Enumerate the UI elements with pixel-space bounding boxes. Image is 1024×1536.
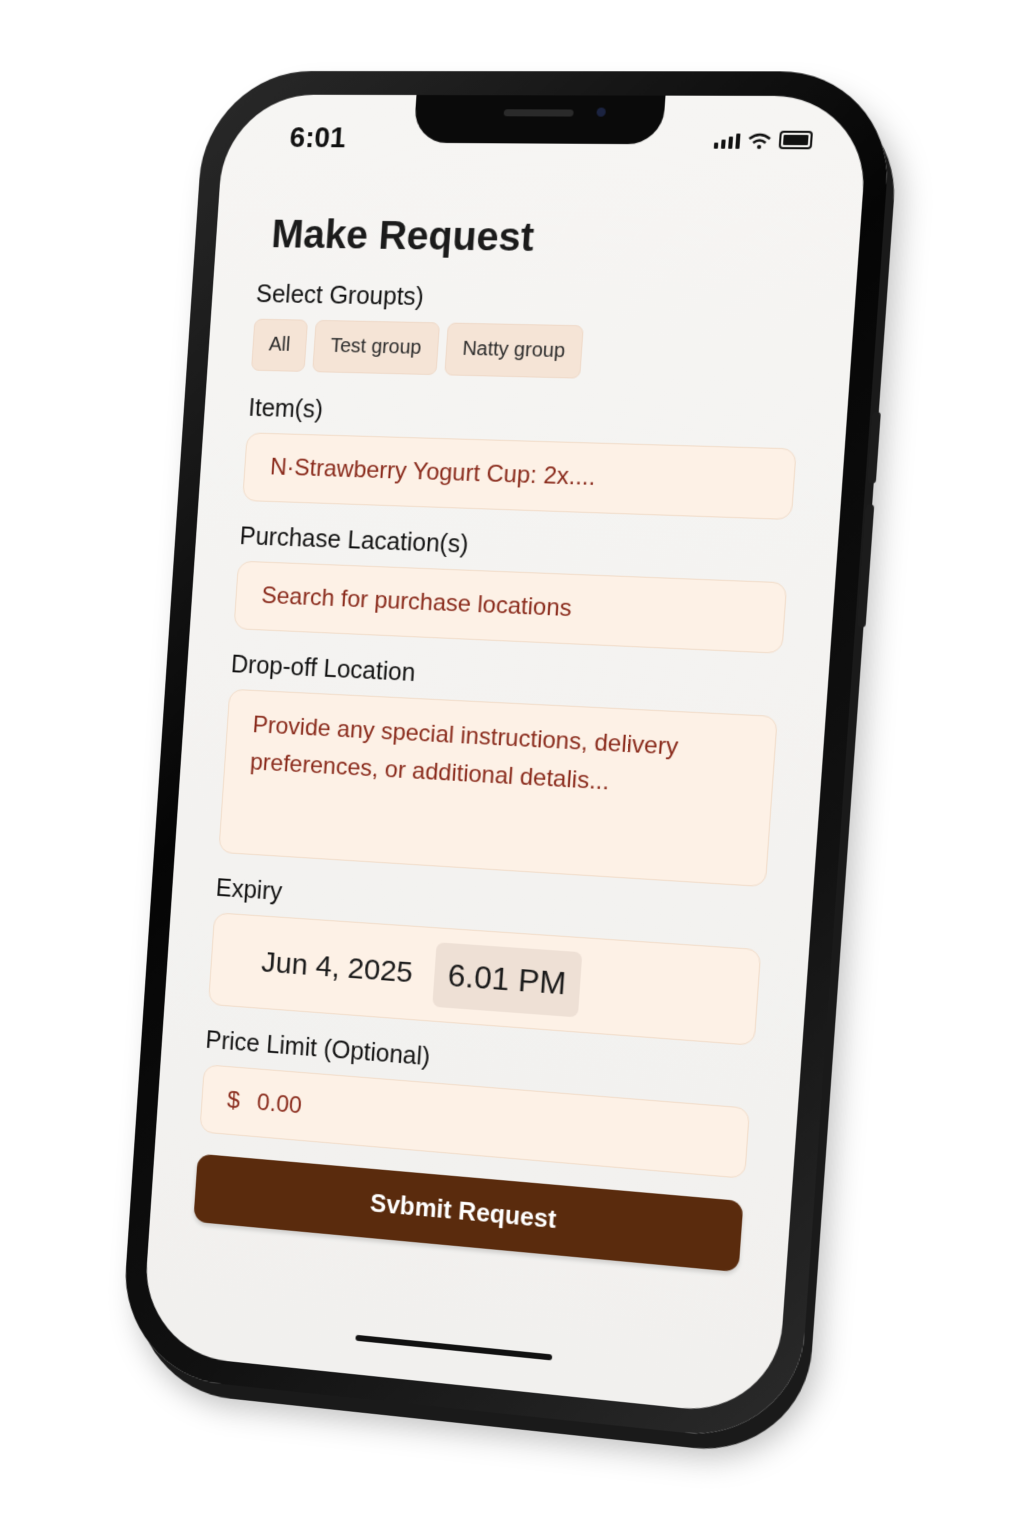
- speaker-grille: [503, 109, 574, 117]
- camera-icon: [596, 107, 607, 117]
- cellular-signal-icon: [713, 133, 741, 149]
- group-chip-natty-group[interactable]: Natty group: [443, 322, 584, 379]
- price-limit-value: 0.00: [256, 1089, 303, 1120]
- request-form: Make Request Select Groupts) All Test gr…: [193, 213, 813, 1273]
- status-time: 6:01: [288, 122, 347, 155]
- groups-label: Select Groupts): [255, 280, 425, 312]
- page-title: Make Request: [270, 212, 536, 260]
- stage: 6:01 Make Request Select Groupts) All Te…: [0, 0, 1024, 1536]
- expiry-time-picker[interactable]: 6.01 PM: [432, 942, 583, 1018]
- items-label: Item(s): [247, 394, 324, 424]
- phone-side-button: [857, 504, 875, 628]
- items-input[interactable]: N·Strawberry Yogurt Cup: 2x....: [242, 432, 797, 521]
- home-indicator[interactable]: [355, 1334, 553, 1361]
- phone-side-button: [867, 411, 881, 484]
- dropoff-instructions-textarea[interactable]: Provide any special instructions, delive…: [218, 688, 778, 888]
- wifi-icon: [748, 133, 772, 150]
- notch: [413, 95, 666, 145]
- status-icons: [713, 130, 814, 150]
- expiry-date-picker[interactable]: Jun 4, 2025: [260, 945, 414, 989]
- group-chips: All Test group Natty group: [250, 318, 805, 384]
- currency-symbol: $: [226, 1086, 241, 1115]
- screen: 6:01 Make Request Select Groupts) All Te…: [140, 94, 870, 1418]
- group-chip-all[interactable]: All: [250, 318, 309, 372]
- phone-mockup: 6:01 Make Request Select Groupts) All Te…: [118, 71, 895, 1445]
- battery-icon: [778, 130, 814, 150]
- purchase-locations-search-input[interactable]: Search for purchase locations: [233, 560, 788, 654]
- group-chip-test-group[interactable]: Test group: [312, 319, 440, 376]
